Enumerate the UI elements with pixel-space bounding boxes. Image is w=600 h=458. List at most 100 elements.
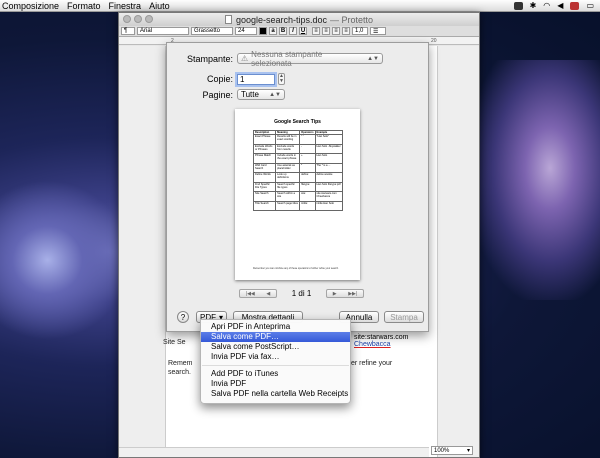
volume-icon[interactable]: ◀ [557,1,563,10]
paragraph-style-popup[interactable]: ¶ [121,27,135,35]
align-justify-icon[interactable]: ≡ [342,27,350,35]
copies-stepper[interactable]: ▲ ▼ [278,73,285,85]
preview-table: Description Meaning Operators Example Ex… [252,130,344,211]
copies-row: Copie: 1 ▲ ▼ [177,73,285,85]
warning-icon: ⚠ [241,54,249,63]
preview-cell: Search specific file types [275,181,301,192]
window-controls [123,15,153,23]
menu-aiuto[interactable]: Aiuto [147,1,176,11]
battery-icon[interactable]: ▭ [586,1,594,10]
preview-cell: + [299,153,316,164]
text-color-well[interactable] [259,27,267,35]
desktop-galaxy-left [0,180,130,340]
highlight-icon[interactable]: a [269,27,277,35]
next-page-buttons[interactable]: ▶ ▶▶| [325,289,364,298]
zoom-value: 100% [434,447,450,454]
doc-refine-text: er refine your [351,360,393,367]
menu-separator [202,365,349,366]
font-style-popup[interactable]: Grassetto [191,27,233,35]
copies-label: Copie: [206,74,233,84]
table-row: Find Specific File Types Search specific … [252,181,344,192]
window-title: google-search-tips.doc [235,14,328,25]
pages-label: Pagine: [202,89,233,100]
first-page-icon[interactable]: |◀◀ [246,291,255,297]
window-titlebar: google-search-tips.doc — Protetto [119,13,479,26]
list-style-popup[interactable]: ☰ [370,27,386,35]
preview-cell: filetype: [299,181,316,192]
bluetooth-icon[interactable]: ✱ [530,1,537,10]
table-row: Site Search Search within a site site: site… [252,191,344,202]
zoom-popup[interactable]: 100% ▾ [431,446,473,455]
doc-cell-site: site:starwars.com [354,334,409,341]
pages-popup[interactable]: Tutte ▲▼ [237,89,285,100]
preview-header-cell: Operators [299,130,316,135]
align-center-icon[interactable]: ≡ [322,27,330,35]
next-page-icon[interactable]: ▶ [333,291,337,297]
horizontal-scrollbar[interactable] [119,447,429,457]
copies-field[interactable]: 1 [237,73,275,85]
preview-cell: Include words in the exact phrase [275,153,301,164]
last-page-icon[interactable]: ▶▶| [348,291,357,297]
bold-button[interactable]: B [279,27,287,35]
menu-item-open-in-preview[interactable]: Apri PDF in Anteprima [201,322,350,332]
chevron-down-icon: ▾ [466,448,470,454]
chevron-updown-icon: ▲▼ [367,55,379,62]
italic-button[interactable]: I [289,27,297,35]
preview-cell: Define Words [252,172,277,183]
minimize-window-button[interactable] [134,15,142,23]
printer-label: Stampante: [186,53,233,64]
page-margin-right [437,46,479,457]
preview-cell: define:wookie [314,172,344,183]
menu-item-save-as-postscript[interactable]: Salva come PostScript… [201,342,350,352]
preview-cell: Find Specific File Types [252,181,277,192]
preview-cell: The * is a ... [314,162,344,173]
flag-icon[interactable] [570,1,580,10]
menu-item-save-as-pdf[interactable]: Salva come PDF… [201,332,350,342]
font-popup[interactable]: Arial [137,27,189,35]
preview-pager: |◀◀ ◀ 1 di 1 ▶ ▶▶| [239,289,364,298]
app-status-icon[interactable] [513,1,523,10]
preview-cell: Use asterisk as placeholder [275,162,301,173]
menu-item-mail-pdf[interactable]: Invia PDF [201,379,350,389]
menu-item-fax-pdf[interactable]: Invia PDF via fax… [201,352,350,362]
line-spacing-popup[interactable]: 1,0 [352,27,368,35]
print-button[interactable]: Stampa [384,311,424,323]
menu-formato[interactable]: Formato [65,1,107,11]
menu-item-save-web-receipts[interactable]: Salva PDF nella cartella Web Receipts [201,389,350,399]
table-row: Exact Phrase Results will be in exact wor… [252,134,344,145]
preview-footer: Remember you can combine any of these op… [253,267,339,270]
preview-cell: Site Search [252,191,277,202]
preview-cell: Search page titles [275,200,301,211]
preview-cell: Han Solo [314,153,344,164]
underline-button[interactable]: U [299,27,307,35]
preview-cell: Exact Phrase [252,134,277,145]
wifi-icon[interactable]: ◠ [543,1,550,10]
close-window-button[interactable] [123,15,131,23]
preview-cell: Title Search [252,200,277,211]
previous-page-buttons[interactable]: |◀◀ ◀ [239,289,277,298]
menu-finestra[interactable]: Finestra [107,1,148,11]
pdf-dropdown-menu: Apri PDF in Anteprima Salva come PDF… Sa… [200,319,351,404]
printer-popup[interactable]: ⚠ Nessuna stampante selezionata ▲▼ [237,50,383,68]
format-toolbar: ¶ Arial Grassetto 24 a B I U ≡ ≡ ≡ ≡ 1,0… [119,26,479,37]
preview-cell: define: [299,172,316,183]
preview-cell: Han Solo -Skywalker [314,143,344,154]
prev-page-icon[interactable]: ◀ [266,291,270,297]
font-size-field[interactable]: 24 [235,27,257,35]
ruler-number: 20 [431,38,437,44]
table-row: Phrase Match Include words in the exact p… [252,153,344,164]
menu-composizione[interactable]: Composizione [0,1,65,11]
menu-item-add-to-itunes[interactable]: Add PDF to iTunes [201,369,350,379]
table-row: Wild Card Search Use asterisk as placehol… [252,162,344,173]
doc-remember-line2: search. [168,369,191,376]
preview-cell: "Han Solo" [314,134,344,145]
doc-site-search-label: Site Se [163,339,186,346]
zoom-window-button[interactable] [145,15,153,23]
align-right-icon[interactable]: ≡ [332,27,340,35]
preview-cell: intitle: [299,200,316,211]
page-indicator: 1 di 1 [291,289,312,298]
align-left-icon[interactable]: ≡ [312,27,320,35]
preview-cell: Wild Card Search [252,162,277,173]
help-button[interactable]: ? [177,311,189,323]
doc-remember-line1: Remem [168,360,193,367]
